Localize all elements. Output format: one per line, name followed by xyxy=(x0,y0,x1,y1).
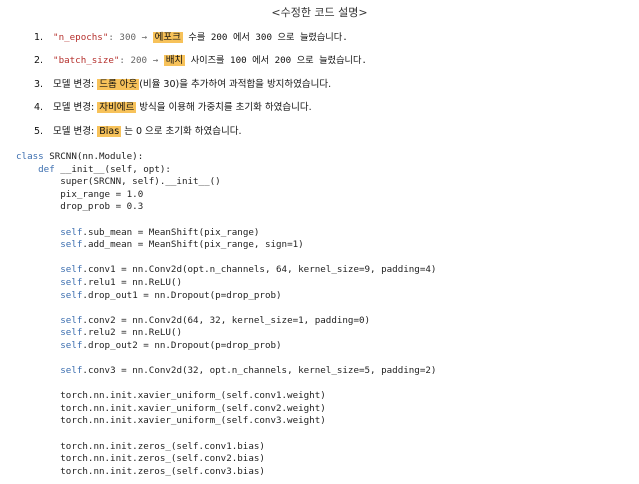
code-line: self.drop_out2 = nn.Dropout(p=drop_prob) xyxy=(60,339,282,351)
note-key: "batch_size" xyxy=(53,55,120,66)
code-line: pix_range = 1.0 xyxy=(60,188,144,200)
note-text: 수를 200 에서 300 으로 늘렸습니다. xyxy=(182,32,348,43)
code-line: self.relu1 = nn.ReLU() xyxy=(60,276,182,288)
code-line: self.relu2 = nn.ReLU() xyxy=(60,327,182,339)
note-item: 1. "n_epochs": 300 → 에포크 수를 200 에서 300 으… xyxy=(34,30,348,46)
note-prefix: 모델 변경: xyxy=(53,126,98,137)
code-line: self.drop_out1 = nn.Dropout(p=drop_prob) xyxy=(60,289,282,301)
note-prefix: 모델 변경: xyxy=(53,102,98,113)
code-line: self.conv2 = nn.Conv2d(64, 32, kernel_si… xyxy=(60,314,371,326)
code-line: torch.nn.init.zeros_(self.conv3.bias) xyxy=(60,465,265,477)
code-block: class SRCNN(nn.Module): def __init__(sel… xyxy=(16,151,436,478)
note-number: 3. xyxy=(34,79,44,90)
note-prefix: 모델 변경: xyxy=(53,79,98,90)
note-text: 사이즈를 100 에서 200 으로 늘렸습니다. xyxy=(185,55,367,66)
code-line: torch.nn.init.xavier_uniform_(self.conv2… xyxy=(60,402,326,414)
code-line: self.conv3 = nn.Conv2d(32, opt.n_channel… xyxy=(60,365,437,377)
note-highlight: 배치 xyxy=(163,55,186,66)
note-key: "n_epochs" xyxy=(53,32,109,43)
code-line: def __init__(self, opt): xyxy=(38,163,171,175)
code-line: self.sub_mean = MeanShift(pix_range) xyxy=(60,226,260,238)
code-line: torch.nn.init.zeros_(self.conv2.bias) xyxy=(60,453,265,465)
note-number: 4. xyxy=(34,102,44,113)
note-item: 2. "batch_size": 200 → 배치 사이즈를 100 에서 20… xyxy=(34,53,367,69)
code-line: class SRCNN(nn.Module): xyxy=(16,151,144,162)
code-line: super(SRCNN, self).__init__() xyxy=(60,176,221,188)
page-title: <수정한 코드 설명> xyxy=(271,6,368,19)
note-number: 5. xyxy=(34,126,44,137)
note-item: 5. 모델 변경: Bias 는 0 으로 초기화 하였습니다. xyxy=(34,124,241,140)
code-line: self.add_mean = MeanShift(pix_range, sig… xyxy=(60,239,304,251)
code-line: torch.nn.init.xavier_uniform_(self.conv3… xyxy=(60,415,326,427)
note-highlight: 자비에르 xyxy=(97,102,137,113)
code-line: self.conv1 = nn.Conv2d(opt.n_channels, 6… xyxy=(60,264,437,276)
note-value: : 300 → xyxy=(108,32,153,43)
note-highlight: 에포크 xyxy=(152,32,183,43)
code-line: torch.nn.init.xavier_uniform_(self.conv1… xyxy=(60,390,326,402)
note-item: 4. 모델 변경: 자비에르 방식을 이용해 가중치를 초기화 하였습니다. xyxy=(34,100,312,116)
note-highlight: 드롭 아웃 xyxy=(97,79,140,90)
note-number: 2. xyxy=(34,55,44,66)
code-line: torch.nn.init.zeros_(self.conv1.bias) xyxy=(60,440,265,452)
note-item: 3. 모델 변경: 드롭 아웃 (비율 30)을 추가하여 과적합을 방지하였습니… xyxy=(34,77,331,93)
note-text: (비율 30)을 추가하여 과적합을 방지하였습니다. xyxy=(139,79,332,90)
note-highlight: Bias xyxy=(97,126,122,137)
note-number: 1. xyxy=(34,32,44,43)
note-text: 는 0 으로 초기화 하였습니다. xyxy=(121,126,242,137)
note-value: : 200 → xyxy=(119,55,164,66)
note-text: 방식을 이용해 가중치를 초기화 하였습니다. xyxy=(136,102,312,113)
code-line: drop_prob = 0.3 xyxy=(60,201,144,213)
